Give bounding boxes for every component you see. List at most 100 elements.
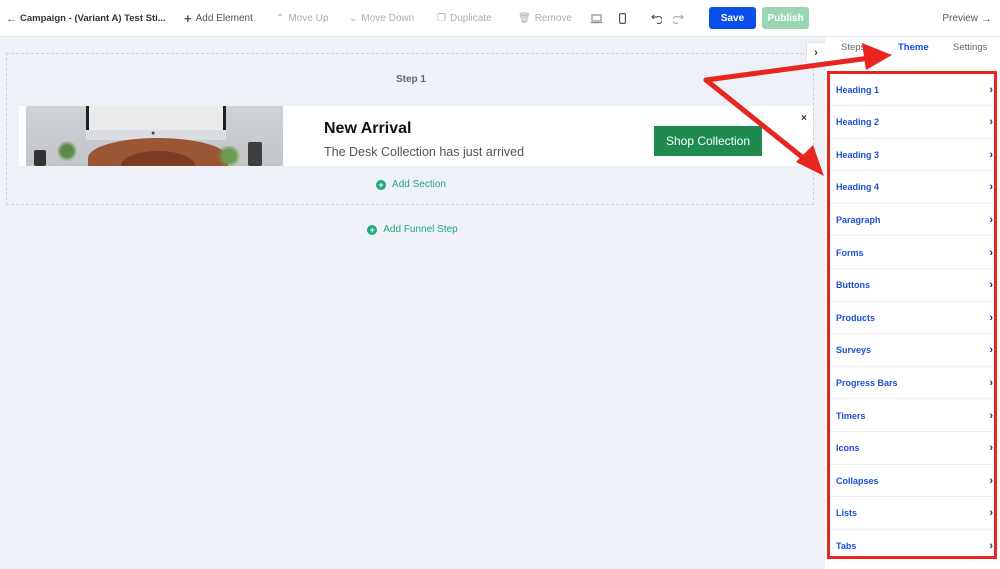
theme-item-label: Tabs [836,541,857,552]
remove-label: Remove [534,13,572,24]
phone-shape [34,150,46,166]
back-to-campaign-link[interactable]: ← Campaign - (Variant A) Test Sti... [6,0,166,37]
theme-item-label: Lists [836,508,858,519]
chevron-right-icon: › [989,246,993,259]
theme-item-label: Heading 1 [836,84,880,95]
theme-item-label: Heading 2 [836,117,880,128]
theme-item-label: Forms [836,247,864,258]
theme-item-surveys[interactable]: Surveys › [830,335,994,367]
theme-item-label: Heading 3 [836,149,880,160]
theme-item-progress-bars[interactable]: Progress Bars › [830,367,994,400]
theme-item-products[interactable]: Products › [830,302,994,335]
chevron-right-icon: › [989,279,993,292]
chevron-right-icon: › [989,116,993,129]
chevron-up-icon: ⌃ [276,13,285,24]
chevron-down-icon: ⌄ [349,13,358,24]
arrow-right-icon: → [981,12,992,25]
copy-icon: ❐ [437,13,446,24]
step-title: Step 1 [395,74,426,85]
editor-toolbar: ← Campaign - (Variant A) Test Sti... + A… [0,0,1000,37]
chevron-right-icon: › [989,507,993,520]
theme-item-heading-4[interactable]: Heading 4 › [830,172,994,204]
plus-icon: + [184,11,192,26]
theme-item-tabs[interactable]: Tabs › [830,530,994,562]
preview-label: Preview [942,13,978,24]
close-icon[interactable]: × [801,113,807,124]
banner-title: New Arrival [324,120,412,137]
chevron-right-icon: › [989,181,993,194]
undo-icon[interactable] [651,0,662,37]
theme-item-label: Buttons [836,280,870,291]
theme-item-forms[interactable]: Forms › [830,237,994,269]
plant-icon [216,146,242,166]
add-element-label: Add Element [195,13,253,24]
add-element-button[interactable]: + Add Element [184,0,253,37]
theme-item-label: Progress Bars [836,377,898,388]
theme-item-label: Icons [836,443,860,454]
theme-item-paragraph[interactable]: Paragraph › [830,204,994,237]
add-funnel-step-label: Add Funnel Step [383,224,458,235]
duplicate-button[interactable]: ❐ Duplicate [437,0,492,37]
theme-item-label: Products [836,312,876,323]
chevron-right-icon: › [989,148,993,161]
chevron-right-icon: › [989,311,993,324]
tab-steps[interactable]: Steps [841,42,865,53]
plant-icon [56,141,78,161]
chevron-right-icon: › [989,409,993,422]
campaign-title: Campaign - (Variant A) Test Sti... [20,13,166,24]
theme-item-label: Collapses [836,475,879,486]
theme-item-timers[interactable]: Timers › [830,400,994,432]
arrow-left-icon: ← [6,12,17,25]
chevron-right-icon: › [989,83,993,96]
theme-item-icons[interactable]: Icons › [830,433,994,465]
add-funnel-step-button[interactable]: + Add Funnel Step [0,224,825,235]
pen-holder-shape [248,142,262,166]
theme-item-buttons[interactable]: Buttons › [830,270,994,302]
desktop-view-icon[interactable] [590,0,603,37]
chevron-right-icon: › [989,474,993,487]
theme-item-label: Surveys [836,345,872,356]
move-down-label: Move Down [361,13,415,24]
banner-subtitle: The Desk Collection has just arrived [324,145,525,159]
chevron-right-icon: › [989,213,993,226]
publish-button[interactable]: Publish [762,7,809,29]
trash-icon: 🗑 [518,13,531,24]
theme-item-label: Paragraph [836,214,881,225]
theme-item-label: Heading 4 [836,182,880,193]
theme-settings-list: Heading 1 › Heading 2 › Heading 3 › Heading… [827,71,997,559]
tab-settings[interactable]: Settings [953,42,987,53]
theme-item-collapses[interactable]: Collapses › [830,465,994,498]
panel-tabs: Steps Theme Settings [825,37,1000,59]
side-panel: Steps Theme Settings Heading 1 › Heading … [825,37,1000,569]
plus-circle-icon: + [367,224,378,235]
theme-item-heading-1[interactable]: Heading 1 › [830,74,994,106]
theme-item-heading-3[interactable]: Heading 3 › [830,139,994,172]
save-button[interactable]: Save [709,7,756,29]
theme-item-lists[interactable]: Lists › [830,498,994,530]
shop-collection-button[interactable]: Shop Collection [654,126,762,156]
duplicate-label: Duplicate [449,13,492,24]
add-section-label: Add Section [392,179,446,190]
mobile-view-icon[interactable] [619,0,626,37]
chevron-right-icon: › [989,344,993,357]
remove-button[interactable]: 🗑 Remove [518,0,572,37]
funnel-step-frame[interactable]: Step 1 ● New Arrival The Desk Collection… [6,53,814,205]
editor-canvas: Step 1 ● New Arrival The Desk Collection… [0,37,825,569]
theme-item-heading-2[interactable]: Heading 2 › [830,107,994,139]
plus-circle-icon: + [376,179,387,190]
collapse-panel-chevron-icon[interactable]: › [806,42,826,64]
move-up-button[interactable]: ⌃ Move Up [276,0,328,37]
move-up-label: Move Up [288,13,329,24]
chevron-right-icon: › [989,540,993,553]
preview-link[interactable]: Preview → [942,0,992,37]
move-down-button[interactable]: ⌄ Move Down [349,0,414,37]
chevron-right-icon: › [989,442,993,455]
banner-section[interactable]: ● New Arrival The Desk Collection has ju… [19,106,813,166]
tab-theme[interactable]: Theme [898,42,929,53]
theme-item-label: Timers [836,410,866,421]
apple-logo-icon: ● [151,130,156,137]
desk-collection-image: ● [26,106,283,166]
redo-icon[interactable] [673,0,684,37]
add-section-button[interactable]: + Add Section [7,179,815,190]
chevron-right-icon: › [989,376,993,389]
